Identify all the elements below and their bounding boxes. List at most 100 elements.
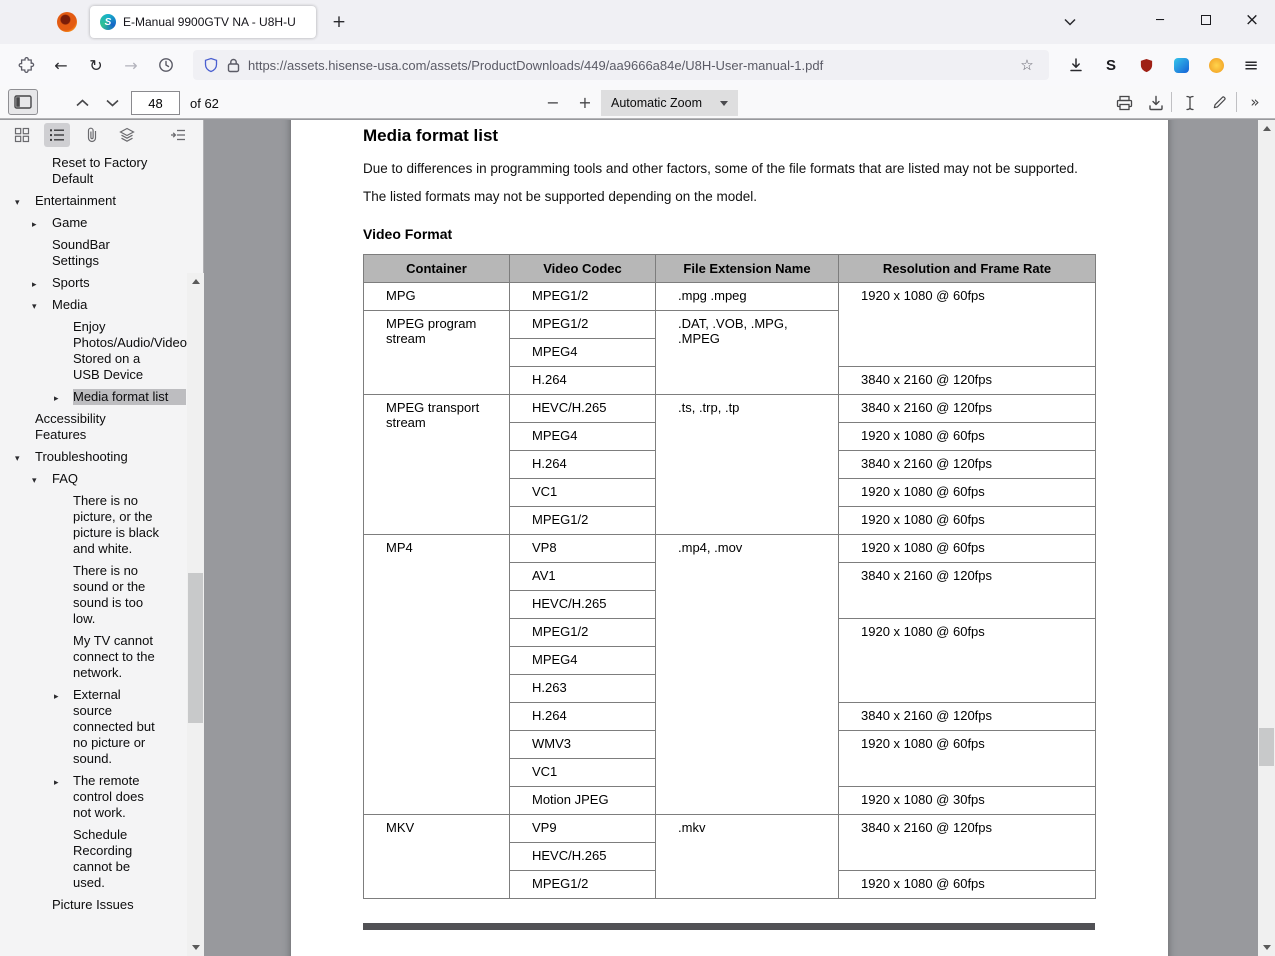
close-icon: × (1244, 10, 1260, 30)
expand-toggle-icon[interactable]: ▸ (54, 775, 59, 791)
text-editor-button[interactable] (1177, 90, 1203, 115)
address-bar[interactable]: https://assets.hisense-usa.com/assets/Pr… (193, 50, 1049, 80)
outline-item[interactable]: ▸ Game (0, 215, 187, 231)
new-tab-button[interactable]: + (325, 8, 353, 36)
hamburger-menu-icon: ≡ (1243, 54, 1259, 76)
extension-blue-button[interactable] (1165, 50, 1197, 80)
maximize-button[interactable] (1183, 0, 1229, 40)
reload-icon: ↻ (89, 55, 103, 75)
expand-toggle-icon[interactable]: ▸ (32, 217, 37, 233)
main-scrollbar[interactable] (1258, 120, 1275, 956)
table-cell: MPEG1/2 (509, 310, 656, 339)
forward-button[interactable]: → (115, 50, 147, 80)
intro-paragraph-1: Due to differences in programming tools … (363, 161, 1078, 176)
extensions-button[interactable] (10, 50, 42, 80)
bookmark-star-button[interactable]: ☆ (1015, 53, 1039, 77)
zoom-in-button[interactable]: + (571, 90, 599, 115)
table-cell: 1920 x 1080 @ 60fps (838, 730, 1096, 787)
outline-item[interactable]: SoundBar Settings (0, 237, 187, 269)
expand-toggle-icon[interactable]: ▸ (32, 277, 37, 293)
outline-item[interactable]: ▸ Media format list (0, 389, 187, 405)
plus-icon: + (331, 12, 347, 32)
outline-item[interactable]: Schedule Recording cannot be used. (0, 827, 187, 891)
extension-s-button[interactable]: S (1095, 50, 1127, 80)
next-page-button[interactable] (98, 90, 126, 115)
outline-item[interactable]: Reset to Factory Default (0, 155, 187, 187)
zoom-level-select[interactable]: Automatic Zoom (601, 90, 738, 116)
scrollbar-thumb[interactable] (188, 573, 203, 723)
dropdown-caret-icon (720, 100, 728, 106)
layers-view-button[interactable] (114, 123, 140, 147)
scroll-down-button[interactable] (187, 939, 204, 956)
ublock-extension-button[interactable] (1130, 50, 1162, 80)
outline-item[interactable]: Picture Issues (0, 897, 187, 913)
extension-orange-button[interactable] (1200, 50, 1232, 80)
menu-button[interactable]: ≡ (1235, 50, 1267, 80)
minimize-button[interactable]: ─ (1137, 0, 1183, 40)
print-button[interactable] (1109, 90, 1139, 115)
outline-item[interactable]: Enjoy Photos/Audio/Video Stored on a USB… (0, 319, 187, 383)
outline-item[interactable]: ▾ FAQ (0, 471, 187, 487)
outline-item[interactable]: There is no sound or the sound is too lo… (0, 563, 187, 627)
outline-item[interactable]: ▾ Media (0, 297, 187, 313)
toolbar-separator (1236, 92, 1237, 112)
expand-toggle-icon[interactable]: ▸ (54, 689, 59, 705)
table-cell: 3840 x 2160 @ 120fps (838, 450, 1096, 479)
current-outline-item-button[interactable] (165, 123, 191, 147)
sidebar-scrollbar[interactable] (187, 273, 204, 956)
outline-view-button[interactable] (44, 123, 70, 147)
scrollbar-thumb[interactable] (1259, 728, 1274, 766)
thumbnails-view-button[interactable] (9, 123, 35, 147)
outline-item[interactable]: There is no picture, or the picture is b… (0, 493, 187, 557)
close-button[interactable]: × (1229, 0, 1275, 40)
page-number-input[interactable] (131, 91, 180, 115)
shield-icon[interactable] (203, 57, 219, 73)
scroll-up-button[interactable] (1258, 120, 1275, 137)
outline-item[interactable]: ▸ The remote control does not work. (0, 773, 187, 821)
previous-page-button[interactable] (68, 90, 96, 115)
table-cell: VP8 (509, 534, 656, 563)
back-button[interactable]: ← (45, 50, 77, 80)
outline-item[interactable]: ▸ Sports (0, 275, 187, 291)
collapse-toggle-icon[interactable]: ▾ (32, 473, 37, 489)
save-download-icon (1149, 95, 1163, 110)
scroll-up-button[interactable] (187, 273, 204, 290)
outline-item-label: Picture Issues (52, 897, 134, 912)
table-cell: MPG (363, 282, 510, 311)
table-cell: 1920 x 1080 @ 60fps (838, 478, 1096, 507)
s-extension-icon: S (1105, 56, 1116, 74)
scroll-down-button[interactable] (1258, 939, 1275, 956)
outline-item[interactable]: ▾ Troubleshooting (0, 449, 187, 465)
chevron-up-icon (75, 98, 89, 106)
double-chevron-icon: » (1250, 93, 1260, 111)
collapse-toggle-icon[interactable]: ▾ (15, 451, 20, 467)
outline-item-label: Accessibility Features (35, 411, 106, 442)
browser-tab[interactable]: S E-Manual 9900GTV NA - U8H-U (90, 6, 316, 38)
firefox-logo-icon[interactable] (57, 12, 77, 32)
history-button[interactable] (150, 50, 182, 80)
save-button[interactable] (1141, 90, 1171, 115)
downloads-button[interactable] (1060, 50, 1092, 80)
toggle-sidebar-button[interactable] (8, 89, 38, 115)
zoom-out-button[interactable]: − (539, 90, 567, 115)
table-cell: MPEG1/2 (509, 618, 656, 647)
toolbar-separator (1171, 92, 1172, 112)
pdf-toolbar: of 62 − + Automatic Zoom » (0, 86, 1275, 119)
outline-item-label: Troubleshooting (35, 449, 128, 464)
expand-toggle-icon[interactable]: ▸ (54, 391, 59, 407)
outline-item[interactable]: ▸ External source connected but no pictur… (0, 687, 187, 767)
draw-editor-button[interactable] (1205, 90, 1233, 115)
table-cell: MP4 (363, 534, 510, 815)
attachments-view-button[interactable] (79, 123, 105, 147)
collapse-toggle-icon[interactable]: ▾ (15, 195, 20, 211)
outline-item[interactable]: ▾ Entertainment (0, 193, 187, 209)
reload-button[interactable]: ↻ (80, 50, 112, 80)
lock-icon[interactable] (227, 58, 240, 73)
outline-item[interactable]: Accessibility Features (0, 411, 187, 443)
triangle-up-icon (1262, 126, 1271, 131)
collapse-toggle-icon[interactable]: ▾ (32, 299, 37, 315)
outline-item[interactable]: My TV cannot connect to the network. (0, 633, 187, 681)
toolbar-overflow-button[interactable]: » (1241, 89, 1269, 115)
page-count-label: of 62 (190, 96, 219, 111)
list-all-tabs-button[interactable] (1057, 9, 1083, 35)
